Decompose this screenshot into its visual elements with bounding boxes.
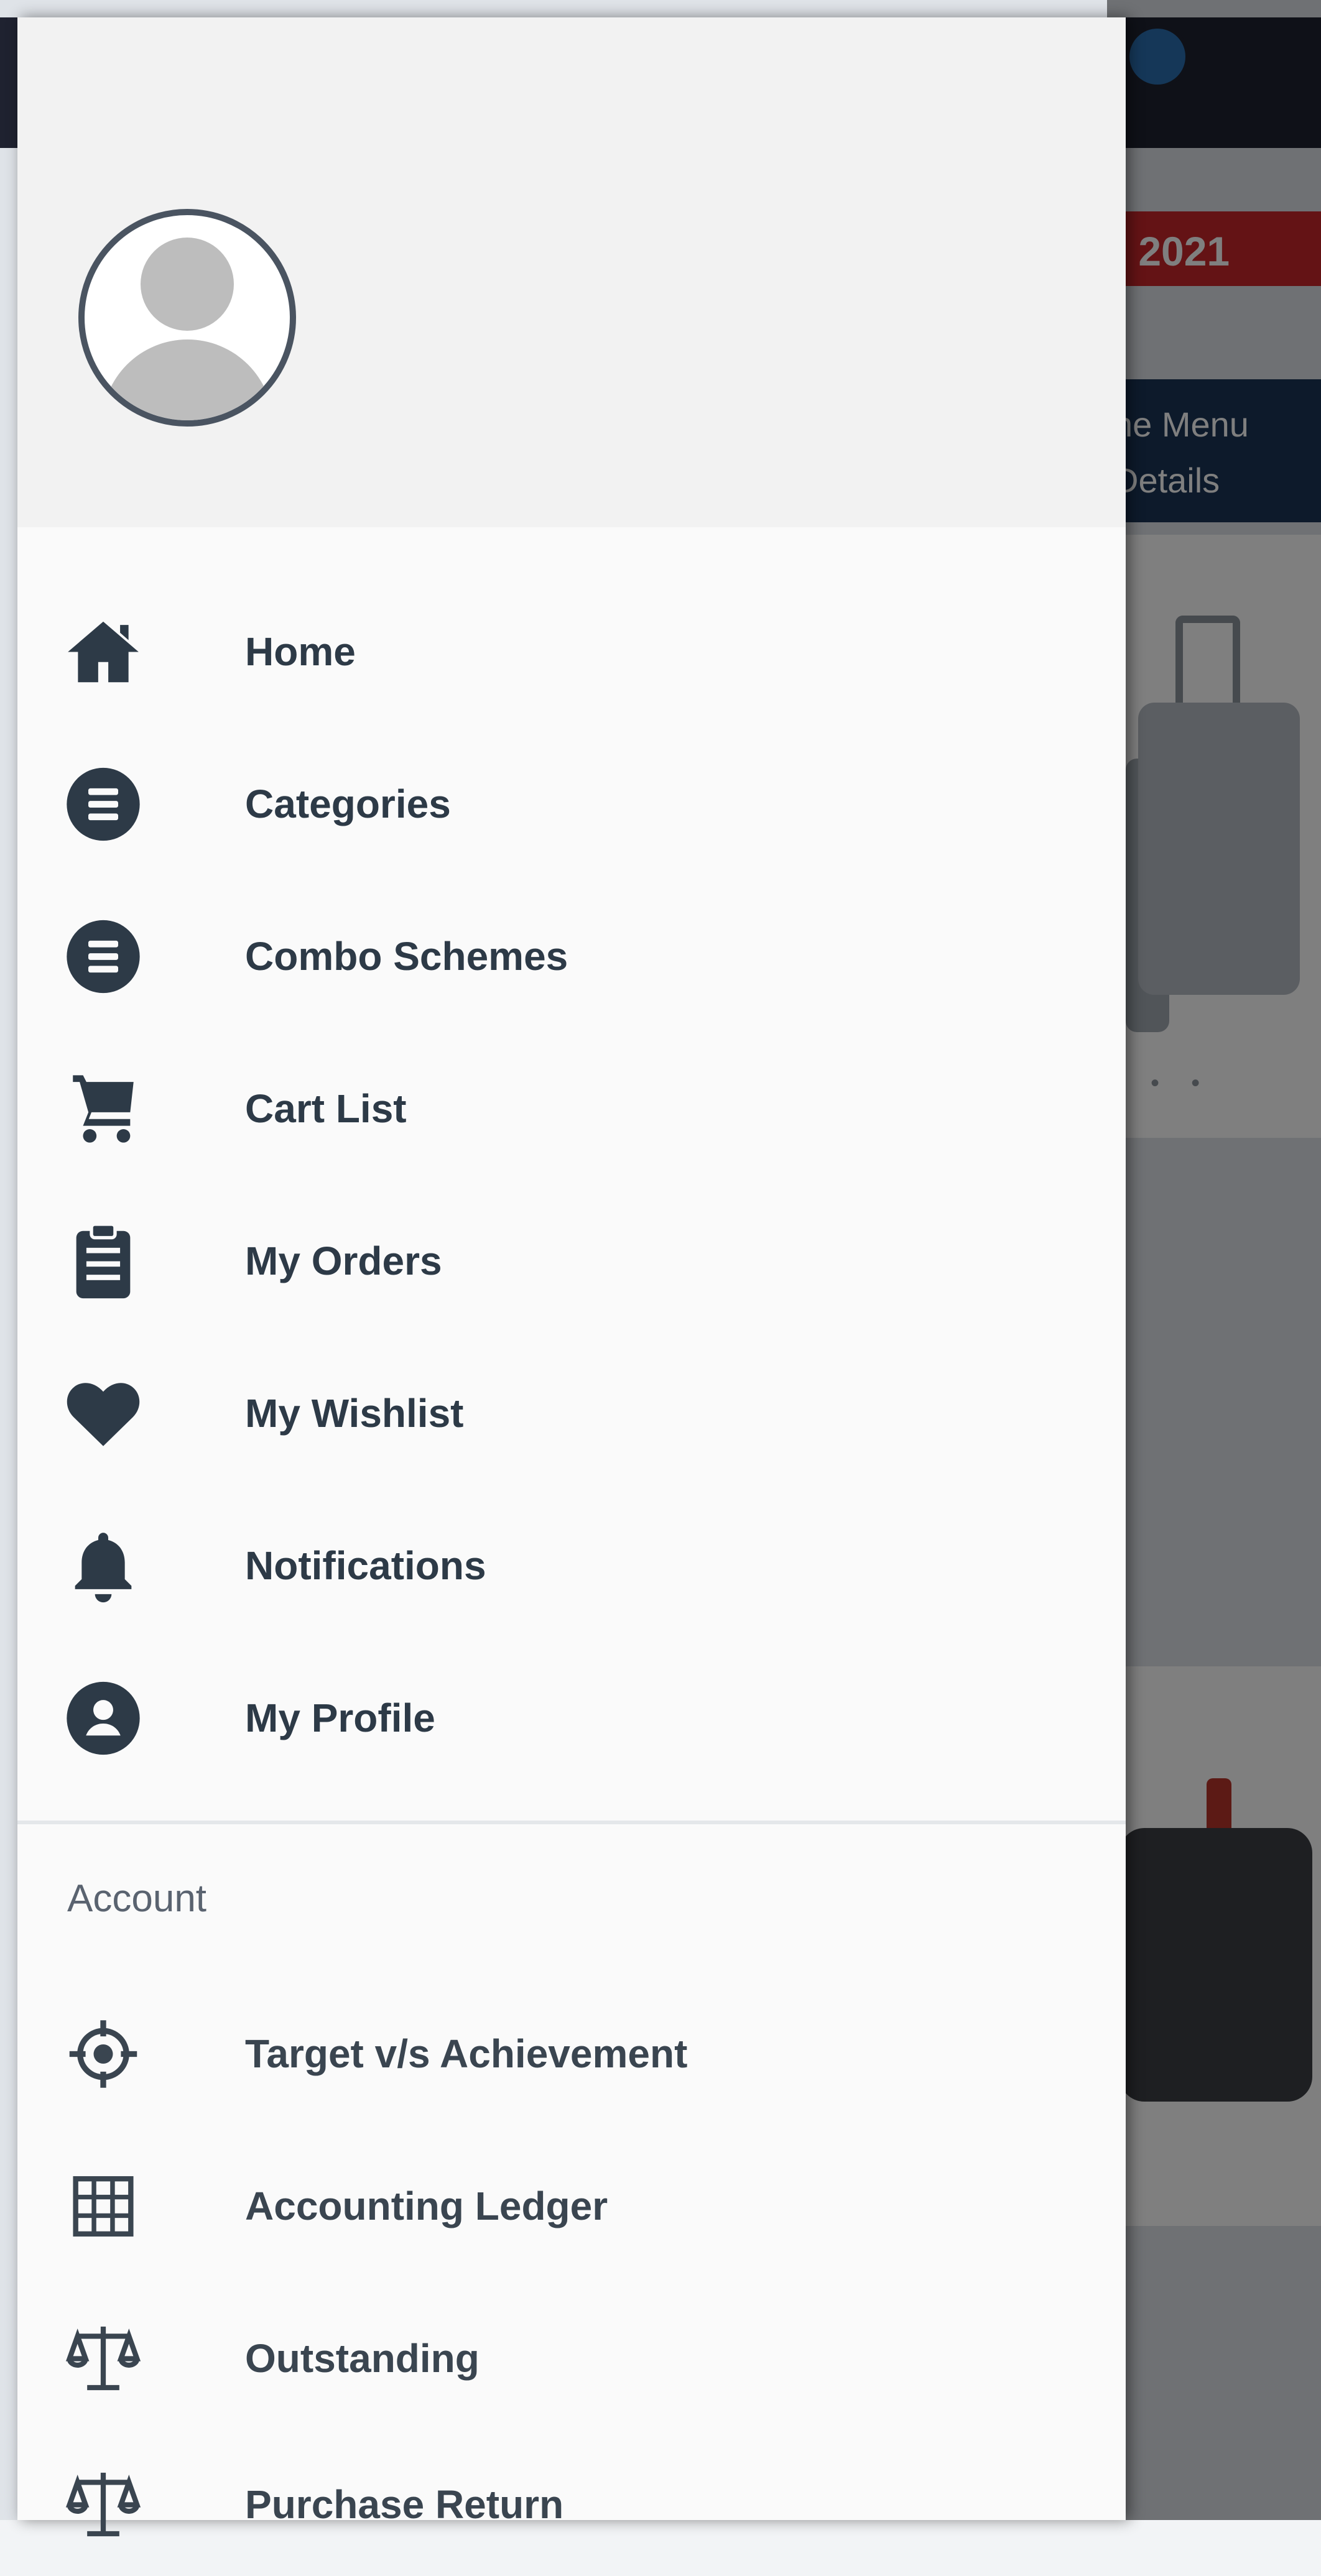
menu-item-label: Purchase Return [245,2482,564,2527]
scale-icon [61,2463,145,2547]
avatar-body [102,339,273,420]
menu-item-home[interactable]: Home [17,580,1126,723]
list-circle-icon [61,762,145,846]
menu-item-target-achievement[interactable]: Target v/s Achievement [17,1982,1126,2125]
menu-item-my-profile[interactable]: My Profile [17,1646,1126,1789]
scale-icon [61,2317,145,2401]
menu-item-label: My Orders [245,1239,442,1283]
menu-item-label: Accounting Ledger [245,2184,608,2228]
bell-icon [61,1524,145,1608]
menu-item-label: Target v/s Achievement [245,2031,688,2076]
menu-item-purchase-return[interactable]: Purchase Return [17,2433,1126,2576]
clipboard-icon [61,1219,145,1303]
avatar[interactable] [78,209,296,427]
menu-item-my-wishlist[interactable]: My Wishlist [17,1342,1126,1485]
menu-item-label: My Wishlist [245,1391,464,1436]
section-title-account: Account [67,1877,207,1920]
menu-item-label: Cart List [245,1086,407,1131]
target-icon [61,2012,145,2096]
heart-icon [61,1372,145,1456]
menu-item-label: My Profile [245,1696,435,1740]
menu-item-label: Outstanding [245,2336,480,2381]
menu-item-notifications[interactable]: Notifications [17,1494,1126,1637]
menu-item-accounting-ledger[interactable]: Accounting Ledger [17,2135,1126,2278]
home-icon [61,610,145,694]
avatar-head [141,238,234,331]
menu-item-label: Combo Schemes [245,934,568,979]
menu-item-label: Notifications [245,1543,486,1588]
menu-item-categories[interactable]: Categories [17,732,1126,875]
navigation-drawer: Home Categories Combo Schemes Cart List … [17,17,1126,2536]
menu-item-cart-list[interactable]: Cart List [17,1037,1126,1180]
menu-item-label: Home [245,629,356,674]
menu-item-combo-schemes[interactable]: Combo Schemes [17,885,1126,1028]
drawer-header [17,17,1126,527]
menu-item-outstanding[interactable]: Outstanding [17,2287,1126,2430]
divider [17,1821,1126,1824]
profile-circle-icon [61,1676,145,1760]
grid-icon [61,2164,145,2248]
cart-icon [61,1067,145,1151]
list-circle-icon [61,915,145,999]
drawer-scrim[interactable] [1107,0,1321,2520]
menu-item-my-orders[interactable]: My Orders [17,1189,1126,1332]
menu-item-label: Categories [245,782,451,826]
